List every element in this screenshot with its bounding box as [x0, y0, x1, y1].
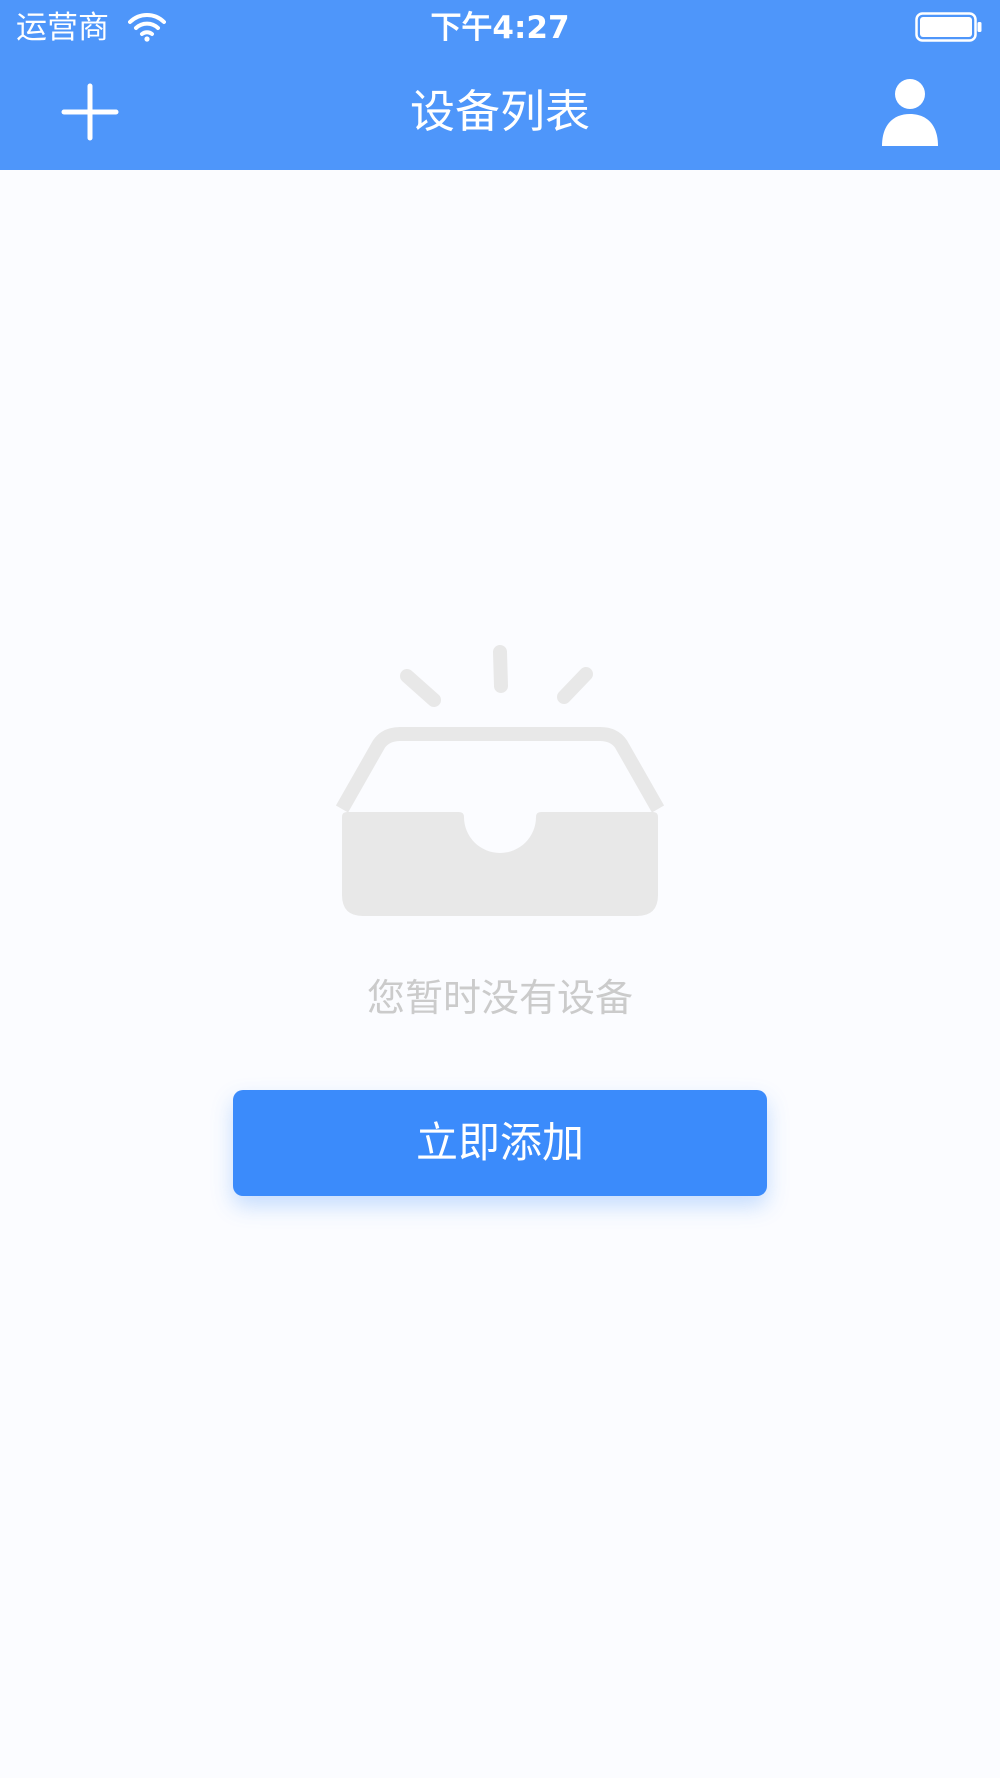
empty-state-message: 您暂时没有设备	[366, 976, 633, 1020]
navigation-bar: 设备列表	[0, 56, 1000, 170]
app-screen: 运营商 下午4:27 设备列表 您暂时没有设备 立即添加	[0, 0, 1000, 1778]
status-bar: 运营商 下午4:27	[0, 0, 1000, 56]
user-icon	[872, 79, 948, 152]
status-time: 下午4:27	[430, 10, 570, 46]
user-profile-button[interactable]	[872, 76, 948, 148]
battery-icon	[915, 12, 983, 42]
empty-inbox-icon	[330, 640, 670, 930]
header: 运营商 下午4:27 设备列表	[0, 0, 1000, 170]
page-title: 设备列表	[409, 85, 590, 138]
add-now-button[interactable]: 立即添加	[233, 1090, 767, 1196]
